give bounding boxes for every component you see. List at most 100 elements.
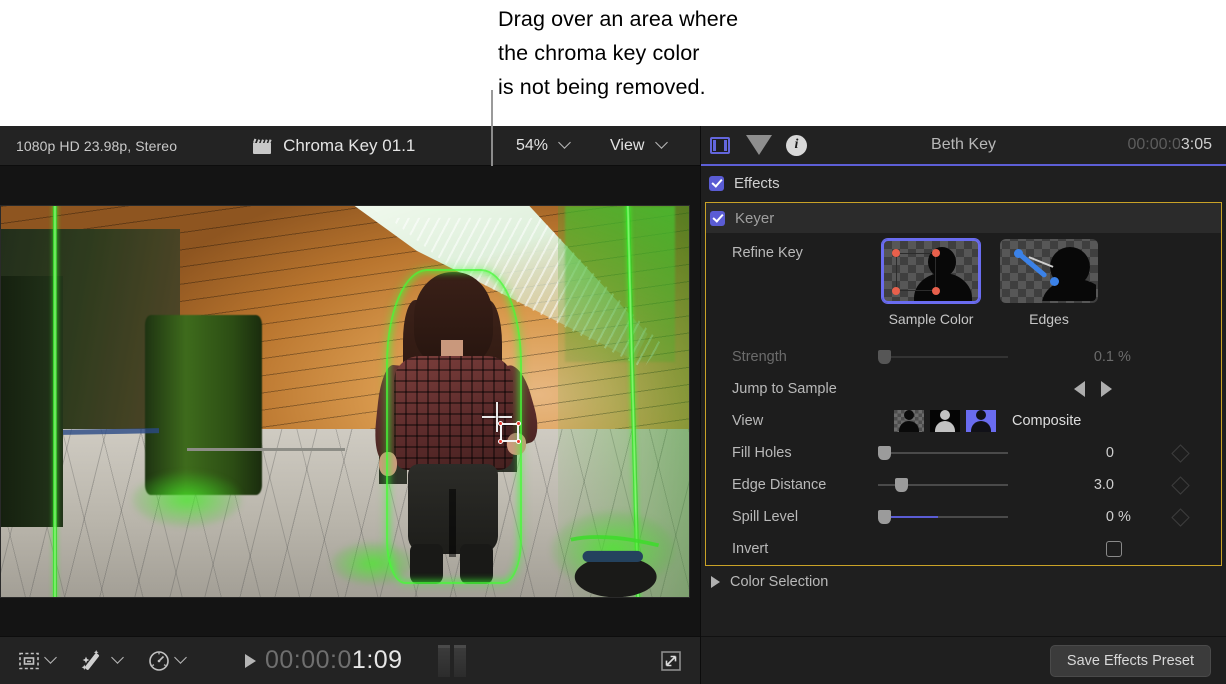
callout-text: Drag over an area where the chroma key c… [498,2,918,104]
strength-unit: % [1118,349,1146,365]
refine-key-label: Refine Key [732,239,878,261]
viewer-toolbar: 1080p HD 23.98p, Stereo Chroma Key 01.1 … [0,126,700,166]
info-icon[interactable]: i [786,135,807,156]
chevron-down-icon [44,651,57,664]
matte-view-icon[interactable] [930,410,960,432]
param-row-jump-to-sample: Jump to Sample [706,373,1221,405]
save-effects-preset-button[interactable]: Save Effects Preset [1050,645,1211,677]
strength-label: Strength [732,349,878,365]
spill-level-unit: % [1118,509,1146,525]
keyer-group: Keyer Refine Key Sample Color [705,202,1222,566]
toolbar-divider [491,126,493,166]
viewer-timecode[interactable]: 00:00:0 1:09 [245,646,403,675]
clip-title: Chroma Key 01.1 [283,136,415,156]
previous-sample-arrow-icon[interactable] [1074,381,1085,397]
edge-distance-value[interactable]: 3.0 [1018,477,1114,493]
param-row-invert: Invert [706,533,1221,565]
view-selected-label: Composite [1012,413,1081,429]
view-menu-label: View [610,137,644,154]
alpha-view-icon[interactable] [894,410,924,432]
chevron-down-icon [559,136,572,149]
chevron-down-icon [111,651,124,664]
view-menu-button[interactable]: View [610,137,666,155]
inspector-body: Effects Keyer Refine Key [701,168,1226,636]
color-selection-row[interactable]: Color Selection [701,566,1226,598]
refine-key-row: Refine Key Sample Color [706,233,1221,327]
strength-value[interactable]: 0.1 [1018,349,1114,365]
expand-button[interactable] [660,650,682,672]
view-label: View [732,413,878,429]
app-window: 1080p HD 23.98p, Stereo Chroma Key 01.1 … [0,126,1226,684]
timecode-lit-part: 1:09 [352,646,403,675]
enhance-button[interactable] [81,650,122,672]
edges-button[interactable]: Edges [1000,239,1098,327]
keyer-checkbox[interactable] [710,211,725,226]
inspector-timecode: 00:00:03:05 [1127,136,1212,154]
edge-distance-slider[interactable] [878,478,1008,492]
spill-level-value[interactable]: 0 [1018,509,1114,525]
clapperboard-icon [251,137,273,155]
spill-level-slider[interactable] [878,510,1008,524]
scrubber-handle[interactable] [438,645,468,677]
strength-slider[interactable] [878,350,1008,364]
play-icon [245,654,256,668]
edge-distance-label: Edge Distance [732,477,878,493]
next-sample-arrow-icon[interactable] [1101,381,1112,397]
timecode-dim-part: 00:00:0 [265,646,352,675]
crop-transform-icon [18,651,40,671]
inspector-timecode-lit: 3:05 [1181,136,1212,153]
scene-composite [1,206,689,597]
invert-checkbox[interactable] [1106,541,1122,557]
param-row-fill-holes: Fill Holes 0 [706,437,1221,469]
param-row-spill-level: Spill Level 0 % [706,501,1221,533]
inspector-pane: i Beth Key 00:00:03:05 Effects Keyer [700,126,1226,684]
magic-wand-icon [81,650,107,672]
fill-holes-value[interactable]: 0 [1018,445,1114,461]
edge-distance-keyframe-icon[interactable] [1171,476,1189,494]
video-frame[interactable] [0,205,690,598]
crop-transform-button[interactable] [18,651,55,671]
viewer-canvas[interactable] [0,167,700,644]
viewer-pane: 1080p HD 23.98p, Stereo Chroma Key 01.1 … [0,126,700,684]
keyer-header[interactable]: Keyer [706,203,1221,233]
speedometer-icon [148,650,170,672]
inspector-header: i Beth Key 00:00:03:05 [701,126,1226,166]
sample-color-cursor-icon [500,423,519,442]
fill-holes-slider[interactable] [878,446,1008,460]
sample-color-button[interactable]: Sample Color [882,239,980,327]
effects-checkbox[interactable] [709,176,724,191]
keyer-label: Keyer [735,210,774,227]
scene-spill-floor-1 [132,472,242,527]
scene-person [342,272,562,581]
inspector-footer: Save Effects Preset [701,636,1226,684]
viewer-transport-bar: 00:00:0 1:09 [0,636,700,684]
clip-format-label: 1080p HD 23.98p, Stereo [16,138,177,154]
filmstrip-icon[interactable] [710,137,730,154]
param-row-view: View Composite [706,405,1221,437]
jump-to-sample-label: Jump to Sample [732,381,878,397]
fill-holes-label: Fill Holes [732,445,878,461]
param-row-edge-distance: Edge Distance 3.0 [706,469,1221,501]
color-selection-label: Color Selection [730,574,828,590]
edges-icon [1000,239,1098,303]
scene-handrail [187,448,345,451]
scene-green-spill-upper-right [565,206,675,362]
composite-view-icon[interactable] [966,410,996,432]
retime-button[interactable] [148,650,185,672]
spill-level-label: Spill Level [732,509,878,525]
disclosure-triangle-icon[interactable] [711,576,720,588]
chevron-down-icon [174,651,187,664]
fill-holes-keyframe-icon[interactable] [1171,444,1189,462]
zoom-level-button[interactable]: 54% [516,137,569,155]
param-row-strength: Strength 0.1 % [706,341,1221,373]
chevron-down-icon [655,136,668,149]
sample-color-label: Sample Color [882,311,980,327]
expand-icon [660,650,682,672]
scene-bench [565,523,682,597]
effects-section-header: Effects [701,168,1226,198]
edges-label: Edges [1000,311,1098,327]
scene-pillar-green [145,315,262,495]
zoom-level-label: 54% [516,137,548,154]
spill-level-keyframe-icon[interactable] [1171,508,1189,526]
triangle-down-icon[interactable] [746,135,772,155]
